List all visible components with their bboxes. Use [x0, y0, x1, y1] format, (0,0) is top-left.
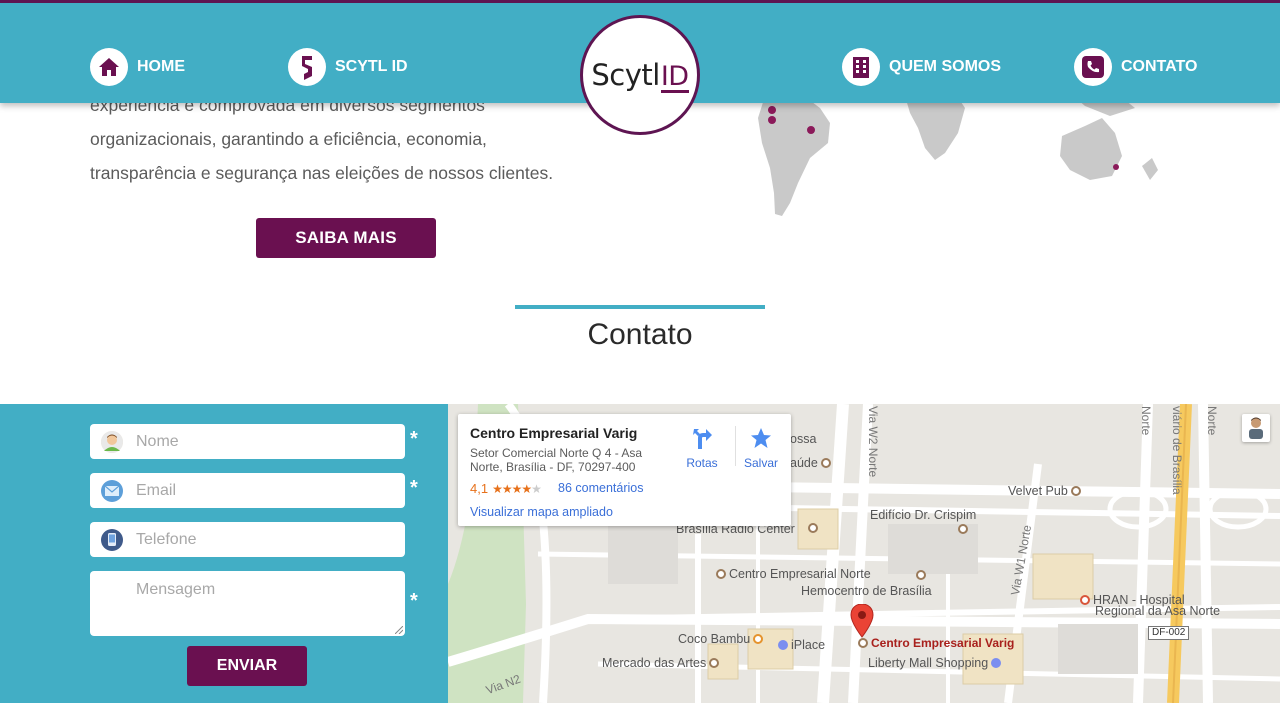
world-map-image — [758, 93, 1158, 216]
nav-label: CONTATO — [1121, 58, 1198, 75]
name-field[interactable]: Nome — [90, 424, 405, 459]
poi-hran-line2: Regional da Asa Norte — [1095, 604, 1221, 618]
message-field[interactable]: Mensagem — [90, 571, 405, 636]
street-label: viário de Brasília — [1170, 406, 1184, 495]
rating-value: 4,1 — [470, 481, 489, 496]
place-rating: 4,1 ★★★★★ — [470, 481, 542, 496]
nav-item-home[interactable]: HOME — [90, 47, 185, 87]
poi-label: Mercado das Artes — [602, 656, 707, 670]
poi-iplace[interactable]: iPlace — [778, 638, 825, 652]
poi-radio-marker[interactable] — [808, 523, 821, 533]
building-marker-icon — [916, 570, 926, 580]
street-label: Norte — [1205, 406, 1219, 436]
name-placeholder: Nome — [136, 432, 179, 450]
nav-label: QUEM SOMOS — [889, 58, 1002, 75]
phone-placeholder: Telefone — [136, 530, 197, 548]
star-rating-icon: ★★★★★ — [492, 481, 542, 496]
star-empty: ★ — [531, 481, 542, 496]
directions-label: Rotas — [686, 456, 718, 470]
star-icon — [736, 426, 786, 450]
google-map[interactable]: Via W2 Norte Via W1 Norte Via N2 viário … — [448, 404, 1280, 703]
shopping-marker-icon — [778, 640, 788, 650]
larger-map-link[interactable]: Visualizar mapa ampliado — [470, 505, 613, 519]
place-title: Centro Empresarial Varig — [470, 425, 638, 441]
poi-hemocentro[interactable]: Hemocentro de Brasília — [801, 584, 932, 598]
poi-edificio-crispim[interactable]: Edifício Dr. Crispim — [870, 508, 976, 522]
building-marker-icon — [716, 569, 726, 579]
message-placeholder: Mensagem — [136, 581, 216, 598]
mobile-phone-icon — [101, 528, 123, 551]
directions-icon — [677, 426, 727, 450]
poi-liberty-mall[interactable]: Liberty Mall Shopping — [868, 656, 1002, 670]
phone-field[interactable]: Telefone — [90, 522, 405, 557]
poi-centro-varig[interactable]: Centro Empresarial Varig — [858, 636, 1014, 650]
street-label: Norte — [1139, 406, 1153, 436]
nav-label: SCYTL ID — [335, 58, 408, 75]
building-marker-icon — [958, 524, 968, 534]
poi-marker-icon — [820, 458, 831, 468]
resize-grip-icon[interactable] — [395, 626, 403, 634]
street-label: Via W2 Norte — [866, 406, 880, 478]
required-mark: * — [410, 477, 418, 499]
poi-label: aúde — [790, 456, 818, 470]
poi-coco-bambu[interactable]: Coco Bambu — [678, 632, 764, 646]
stars-filled: ★★★★ — [492, 481, 532, 496]
save-place-button[interactable]: Salvar — [736, 426, 786, 470]
poi-label: iPlace — [791, 638, 826, 652]
required-mark: * — [410, 590, 418, 612]
home-icon — [90, 48, 128, 86]
submit-button[interactable]: ENVIAR — [187, 646, 307, 686]
poi-norte-marker[interactable] — [916, 570, 929, 580]
poi-crispim-marker[interactable] — [958, 524, 971, 534]
email-field[interactable]: Email — [90, 473, 405, 508]
poi-centro-norte[interactable]: Centro Empresarial Norte — [716, 567, 871, 581]
poi-mercado-artes[interactable]: Mercado das Artes — [602, 656, 720, 670]
nav-item-scytl-id[interactable]: SCYTL ID — [288, 47, 408, 87]
user-icon — [101, 430, 123, 453]
building-marker-icon — [808, 523, 818, 533]
bar-marker-icon — [1070, 486, 1081, 496]
about-text: experiência e comprovada em diversos seg… — [90, 88, 590, 190]
scytl-id-logo[interactable]: Scytl ID — [580, 15, 700, 135]
phone-icon — [1074, 48, 1112, 86]
email-placeholder: Email — [136, 481, 177, 499]
logo-main-text: Scytl — [591, 57, 660, 92]
nav-label: HOME — [137, 58, 185, 75]
poi-partial: ossa — [790, 432, 817, 446]
poi-label: Centro Empresarial Norte — [729, 567, 871, 581]
save-label: Salvar — [743, 456, 778, 470]
reviews-link[interactable]: 86 comentários — [558, 481, 643, 495]
saiba-mais-button[interactable]: SAIBA MAIS — [256, 218, 436, 258]
restaurant-marker-icon — [753, 634, 764, 644]
building-icon — [842, 48, 880, 86]
poi-marker-icon — [709, 658, 720, 668]
section-title: Contato — [587, 318, 693, 351]
envelope-icon — [101, 479, 123, 502]
place-address: Setor Comercial Norte Q 4 - Asa Norte, B… — [470, 446, 643, 474]
about-line: transparência e segurança nas eleições d… — [90, 163, 554, 183]
hospital-marker-icon — [1080, 595, 1090, 605]
poi-label: Liberty Mall Shopping — [868, 656, 989, 670]
route-shield: DF-002 — [1148, 626, 1190, 640]
poi-label: Coco Bambu — [678, 632, 751, 646]
shopping-marker-icon — [991, 658, 1002, 668]
nav-item-contato[interactable]: CONTATO — [1074, 47, 1197, 87]
section-divider — [515, 305, 765, 309]
map-pin-icon[interactable] — [850, 604, 874, 640]
directions-button[interactable]: Rotas — [677, 426, 727, 470]
poi-label: Velvet Pub — [1008, 484, 1068, 498]
about-line: organizacionais, garantindo a eficiência… — [90, 129, 487, 149]
poi-velvet-pub[interactable]: Velvet Pub — [1008, 484, 1081, 498]
street-view-pegman-icon[interactable] — [1242, 414, 1270, 442]
scytl-s-icon — [288, 48, 326, 86]
nav-item-quem-somos[interactable]: QUEM SOMOS — [842, 47, 1001, 87]
poi-partial[interactable]: aúde — [790, 456, 831, 470]
poi-label: Centro Empresarial Varig — [871, 636, 1015, 650]
required-mark: * — [410, 428, 418, 450]
logo-id-text: ID — [660, 60, 689, 93]
map-infobox: Centro Empresarial Varig Setor Comercial… — [458, 414, 791, 526]
